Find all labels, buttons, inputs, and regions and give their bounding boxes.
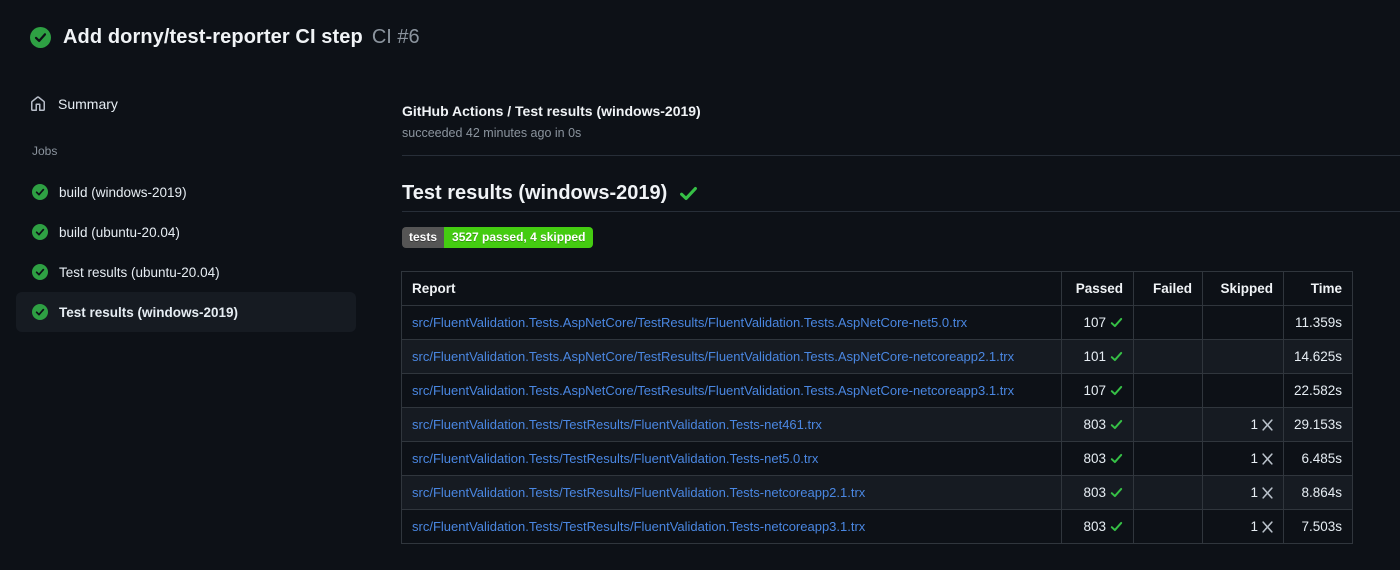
passed-cell: 803 bbox=[1061, 407, 1134, 442]
report-table-row: src/FluentValidation.Tests/TestResults/F… bbox=[401, 407, 1354, 442]
report-table-row: src/FluentValidation.Tests.AspNetCore/Te… bbox=[401, 339, 1354, 374]
failed-cell bbox=[1133, 475, 1203, 510]
passed-cell: 803 bbox=[1061, 509, 1134, 544]
run-number: CI #6 bbox=[371, 26, 420, 48]
report-file-link[interactable]: src/FluentValidation.Tests.AspNetCore/Te… bbox=[412, 349, 1014, 364]
passed-check-icon bbox=[1110, 485, 1123, 500]
failed-cell bbox=[1133, 407, 1203, 442]
skipped-x-icon bbox=[1262, 485, 1273, 500]
job-label: build (windows-2019) bbox=[59, 184, 187, 200]
summary-label: Summary bbox=[58, 96, 118, 112]
passed-cell: 101 bbox=[1061, 339, 1134, 374]
run-success-check-circle-icon bbox=[30, 27, 51, 48]
time-cell: 8.864s bbox=[1282, 475, 1354, 510]
skipped-x-icon bbox=[1262, 417, 1273, 432]
passed-cell: 107 bbox=[1061, 373, 1134, 408]
passed-check-icon bbox=[1110, 417, 1123, 432]
job-status-line: succeeded 42 minutes ago in 0s bbox=[402, 126, 582, 140]
time-cell: 7.503s bbox=[1282, 509, 1354, 544]
skipped-cell: 1 bbox=[1202, 441, 1284, 476]
run-title: Add dorny/test-reporter CI step bbox=[63, 26, 363, 48]
heading-divider bbox=[402, 211, 1400, 212]
report-table-row: src/FluentValidation.Tests.AspNetCore/Te… bbox=[401, 305, 1354, 340]
report-file-link[interactable]: src/FluentValidation.Tests/TestResults/F… bbox=[412, 417, 822, 432]
failed-cell bbox=[1133, 373, 1203, 408]
passed-check-icon bbox=[1110, 383, 1123, 398]
skipped-cell bbox=[1202, 339, 1284, 374]
job-label: Test results (windows-2019) bbox=[59, 304, 239, 320]
report-file-link[interactable]: src/FluentValidation.Tests/TestResults/F… bbox=[412, 451, 818, 466]
sidebar: Summary Jobs build (windows-2019) build … bbox=[16, 88, 356, 332]
report-file-link[interactable]: src/FluentValidation.Tests/TestResults/F… bbox=[412, 519, 865, 534]
skipped-x-icon bbox=[1262, 451, 1273, 466]
report-table-row: src/FluentValidation.Tests/TestResults/F… bbox=[401, 441, 1354, 476]
time-cell: 14.625s bbox=[1282, 339, 1354, 374]
test-results-table: Report Passed Failed Skipped Time src/Fluent… bbox=[401, 271, 1354, 544]
failed-cell bbox=[1133, 305, 1203, 340]
sidebar-job-item[interactable]: Test results (windows-2019) bbox=[16, 292, 356, 332]
report-table-row: src/FluentValidation.Tests/TestResults/F… bbox=[401, 475, 1354, 510]
passed-cell: 107 bbox=[1061, 305, 1134, 340]
column-header-passed: Passed bbox=[1061, 271, 1134, 306]
passed-check-icon bbox=[1110, 519, 1123, 534]
sidebar-job-item[interactable]: build (windows-2019) bbox=[16, 172, 356, 212]
time-cell: 11.359s bbox=[1282, 305, 1354, 340]
skipped-cell: 1 bbox=[1202, 509, 1284, 544]
passed-check-icon bbox=[1110, 349, 1123, 364]
report-table-row: src/FluentValidation.Tests.AspNetCore/Te… bbox=[401, 373, 1354, 408]
header-divider bbox=[402, 155, 1400, 156]
job-success-check-circle-icon bbox=[32, 264, 48, 280]
column-header-time: Time bbox=[1282, 271, 1354, 306]
tests-status-badge: tests 3527 passed, 4 skipped bbox=[402, 227, 594, 248]
badge-label: tests bbox=[402, 227, 445, 248]
report-heading-text: Test results (windows-2019) bbox=[402, 182, 668, 204]
report-file-link[interactable]: src/FluentValidation.Tests.AspNetCore/Te… bbox=[412, 315, 967, 330]
skipped-x-icon bbox=[1262, 519, 1273, 534]
skipped-cell: 1 bbox=[1202, 475, 1284, 510]
sidebar-job-item[interactable]: Test results (ubuntu-20.04) bbox=[16, 252, 356, 292]
job-label: build (ubuntu-20.04) bbox=[59, 224, 180, 240]
column-header-report: Report bbox=[401, 271, 1062, 306]
report-table-row: src/FluentValidation.Tests/TestResults/F… bbox=[401, 509, 1354, 544]
column-header-skipped: Skipped bbox=[1202, 271, 1284, 306]
skipped-cell bbox=[1202, 373, 1284, 408]
passed-cell: 803 bbox=[1061, 441, 1134, 476]
job-title: GitHub Actions / Test results (windows-2… bbox=[402, 103, 701, 119]
column-header-failed: Failed bbox=[1133, 271, 1203, 306]
job-success-check-circle-icon bbox=[32, 224, 48, 240]
failed-cell bbox=[1133, 441, 1203, 476]
report-heading: Test results (windows-2019) bbox=[402, 182, 698, 205]
job-success-check-circle-icon bbox=[32, 304, 48, 320]
skipped-cell bbox=[1202, 305, 1284, 340]
jobs-list: build (windows-2019) build (ubuntu-20.04… bbox=[16, 172, 356, 332]
time-cell: 29.153s bbox=[1282, 407, 1354, 442]
time-cell: 6.485s bbox=[1282, 441, 1354, 476]
time-cell: 22.582s bbox=[1282, 373, 1354, 408]
report-file-link[interactable]: src/FluentValidation.Tests.AspNetCore/Te… bbox=[412, 383, 1014, 398]
failed-cell bbox=[1133, 339, 1203, 374]
table-header-row: Report Passed Failed Skipped Time bbox=[401, 271, 1354, 306]
jobs-section-label: Jobs bbox=[32, 144, 58, 158]
job-label: Test results (ubuntu-20.04) bbox=[59, 264, 220, 280]
job-success-check-circle-icon bbox=[32, 184, 48, 200]
badge-value: 3527 passed, 4 skipped bbox=[444, 227, 594, 248]
failed-cell bbox=[1133, 509, 1203, 544]
heading-success-check-icon bbox=[679, 184, 698, 203]
sidebar-job-item[interactable]: build (ubuntu-20.04) bbox=[16, 212, 356, 252]
skipped-cell: 1 bbox=[1202, 407, 1284, 442]
sidebar-item-summary[interactable]: Summary bbox=[16, 88, 356, 120]
passed-check-icon bbox=[1110, 315, 1123, 330]
home-icon bbox=[30, 96, 46, 112]
run-header: Add dorny/test-reporter CI step CI #6 bbox=[30, 26, 420, 49]
passed-cell: 803 bbox=[1061, 475, 1134, 510]
report-file-link[interactable]: src/FluentValidation.Tests/TestResults/F… bbox=[412, 485, 865, 500]
passed-check-icon bbox=[1110, 451, 1123, 466]
